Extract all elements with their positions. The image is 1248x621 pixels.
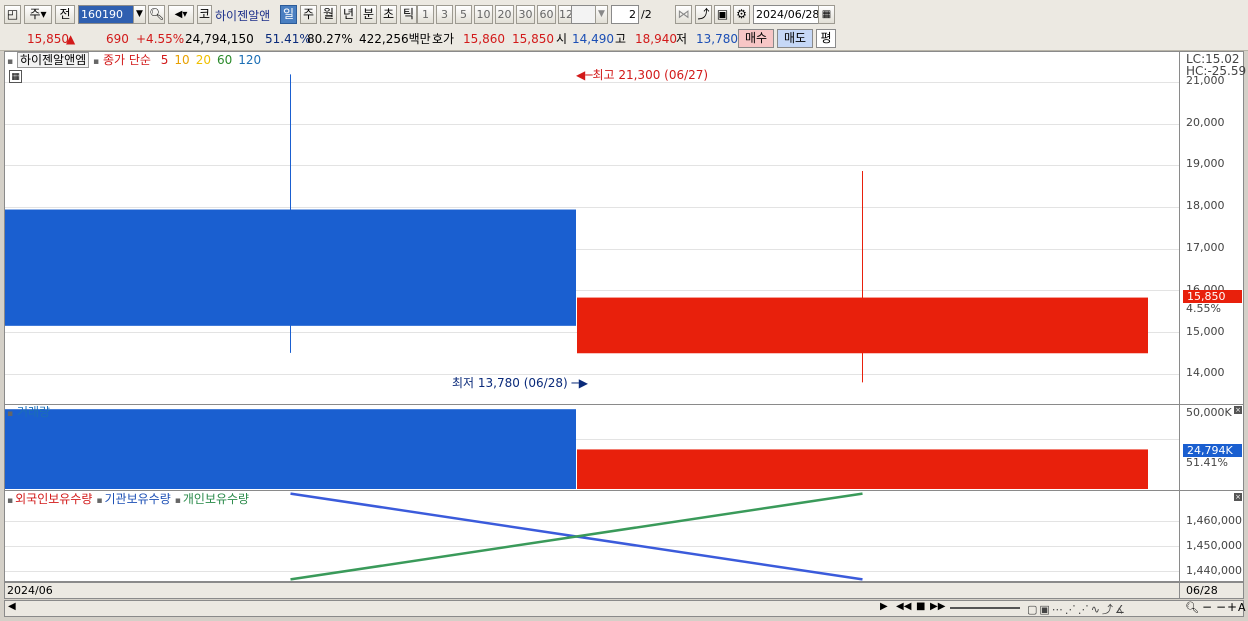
- zoom-in-icon[interactable]: +: [1227, 600, 1237, 614]
- x-axis-left-label: 2024/06: [7, 584, 53, 597]
- ma-period-label[interactable]: 10: [174, 53, 189, 67]
- zoom-icon[interactable]: 🔍︎: [1185, 601, 1199, 614]
- x-axis-right: 06/28: [1180, 582, 1244, 599]
- holding-ytick: 1,460,000: [1186, 514, 1242, 527]
- current-pct-tag: 4.55%: [1186, 302, 1221, 315]
- price-ytick: 19,000: [1186, 157, 1225, 170]
- legend-square-icon: ▪: [7, 57, 14, 67]
- series-label[interactable]: 종가 단순: [103, 53, 151, 67]
- holding-ytick: 1,450,000: [1186, 539, 1242, 552]
- zoom-out-icon[interactable]: −: [1202, 600, 1212, 614]
- price-ytick: 21,000: [1186, 74, 1225, 87]
- volume-legend: ▪ 거래량: [7, 405, 50, 421]
- volume-ytick: 50,000K: [1186, 406, 1232, 419]
- close-icon[interactable]: ×: [1234, 406, 1242, 414]
- candle-body: [577, 297, 1148, 354]
- ma-period-label[interactable]: 60: [217, 53, 232, 67]
- high-annotation: ◀─최고 21,300 (06/27): [576, 66, 708, 83]
- scroll-left-icon[interactable]: ◀: [8, 601, 16, 612]
- zoom-slider[interactable]: [950, 607, 1020, 609]
- x-axis: 2024/06: [4, 582, 1180, 599]
- ma-period-label[interactable]: 120: [238, 53, 261, 67]
- bottom-scrollbar[interactable]: ◀ ▶ ◀◀ ■ ▶▶ ▢▣⋯⋰⋰∿⤴∡ 🔍︎ − − + A: [4, 600, 1246, 617]
- ma-period-label[interactable]: 5: [161, 53, 169, 67]
- price-ytick: 15,000: [1186, 325, 1225, 338]
- high-annotation-text: 최고 21,300 (06/27): [592, 68, 709, 82]
- legend-square-icon: ▪: [96, 496, 103, 506]
- legend-square-icon: ▪: [93, 57, 100, 67]
- volume-label[interactable]: 거래량: [17, 405, 50, 419]
- holding-legend: ▪ 외국인보유수량 ▪ 기관보유수량 ▪ 개인보유수량: [7, 492, 253, 508]
- right-arrow-icon: ─▶: [567, 376, 588, 390]
- holding-series-label[interactable]: 기관보유수량: [105, 492, 171, 506]
- stock-label[interactable]: 하이젠알앤엠: [16, 52, 90, 68]
- legend-square-icon: ▪: [7, 409, 14, 419]
- holding-ytick: 1,440,000: [1186, 564, 1242, 577]
- ma-list: 5 10 20 60 120: [155, 53, 261, 67]
- table-icon[interactable]: ▦: [9, 70, 22, 83]
- legend-square-icon: ▪: [7, 496, 14, 506]
- price-ytick: 14,000: [1186, 366, 1225, 379]
- close-icon[interactable]: ×: [1234, 493, 1242, 501]
- low-annotation-text: 최저 13,780 (06/28): [452, 376, 568, 390]
- volume-pct-tag: 51.41%: [1186, 456, 1228, 469]
- price-ytick: 20,000: [1186, 116, 1225, 129]
- play-icon[interactable]: ▶: [880, 601, 888, 612]
- holding-series-label[interactable]: 개인보유수량: [183, 492, 249, 506]
- rewind-icon[interactable]: ◀◀: [896, 601, 911, 612]
- x-axis-right-label: 06/28: [1186, 584, 1218, 597]
- legend-square-icon: ▪: [174, 496, 181, 506]
- stop-icon[interactable]: ■: [916, 601, 925, 612]
- ma-period-label[interactable]: 20: [196, 53, 211, 67]
- volume-bar: [5, 409, 576, 489]
- price-ytick: 17,000: [1186, 241, 1225, 254]
- candle-body: [5, 209, 576, 326]
- volume-bar: [577, 449, 1148, 489]
- price-legend: ▪ 하이젠알앤엠 ▪ 종가 단순 5 10 20 60 120: [7, 52, 261, 69]
- font-size-icon[interactable]: A: [1238, 601, 1246, 614]
- low-annotation: 최저 13,780 (06/28) ─▶: [452, 374, 588, 391]
- chart-svg: [5, 74, 1148, 581]
- forward-icon[interactable]: ▶▶: [930, 601, 945, 612]
- holding-series-label[interactable]: 외국인보유수량: [15, 492, 92, 506]
- drawing-tools-icon[interactable]: ▢▣⋯⋰⋰∿⤴∡: [1027, 601, 1127, 617]
- left-arrow-icon: ◀─: [576, 68, 593, 82]
- price-ytick: 18,000: [1186, 199, 1225, 212]
- minus-icon[interactable]: −: [1216, 600, 1226, 614]
